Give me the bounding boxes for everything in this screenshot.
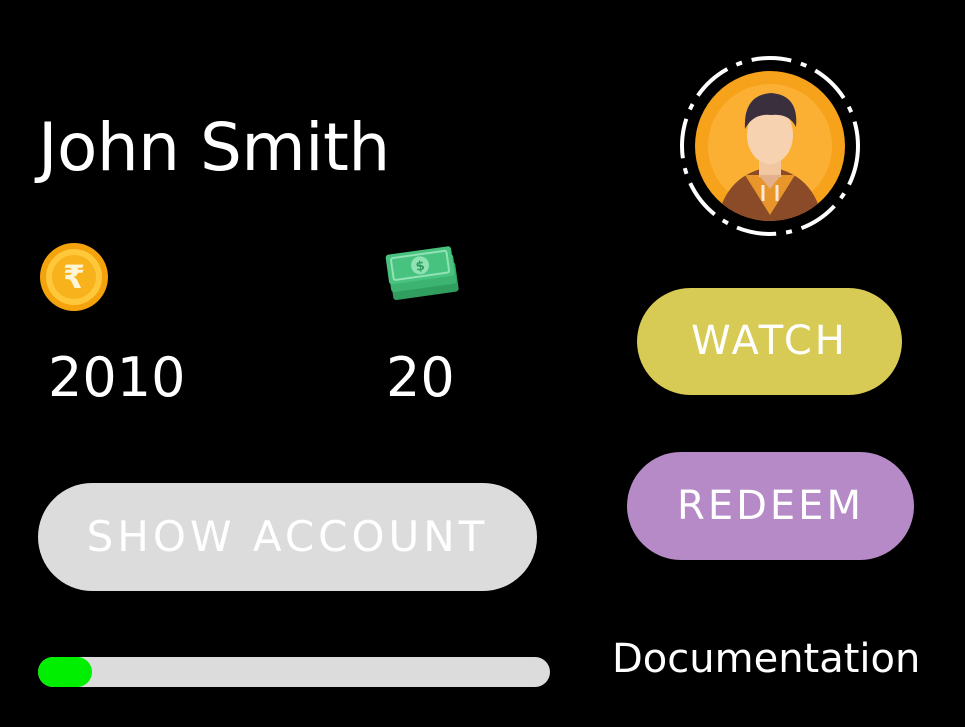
user-avatar-icon [680, 56, 860, 236]
rupee-coin-icon: ₹ [40, 243, 108, 311]
user-name: John Smith [38, 109, 390, 186]
cash-stack-icon: $ [385, 246, 459, 300]
cash-value: 20 [386, 346, 455, 409]
svg-text:₹: ₹ [63, 258, 85, 296]
documentation-link[interactable]: Documentation [612, 632, 920, 686]
progress-bar [38, 657, 550, 687]
coins-value: 2010 [48, 346, 186, 409]
avatar[interactable] [679, 55, 861, 237]
watch-button[interactable]: WATCH [637, 288, 902, 395]
show-account-button[interactable]: SHOW ACCOUNT [38, 483, 537, 591]
redeem-button[interactable]: REDEEM [627, 452, 914, 560]
progress-fill [38, 657, 92, 687]
